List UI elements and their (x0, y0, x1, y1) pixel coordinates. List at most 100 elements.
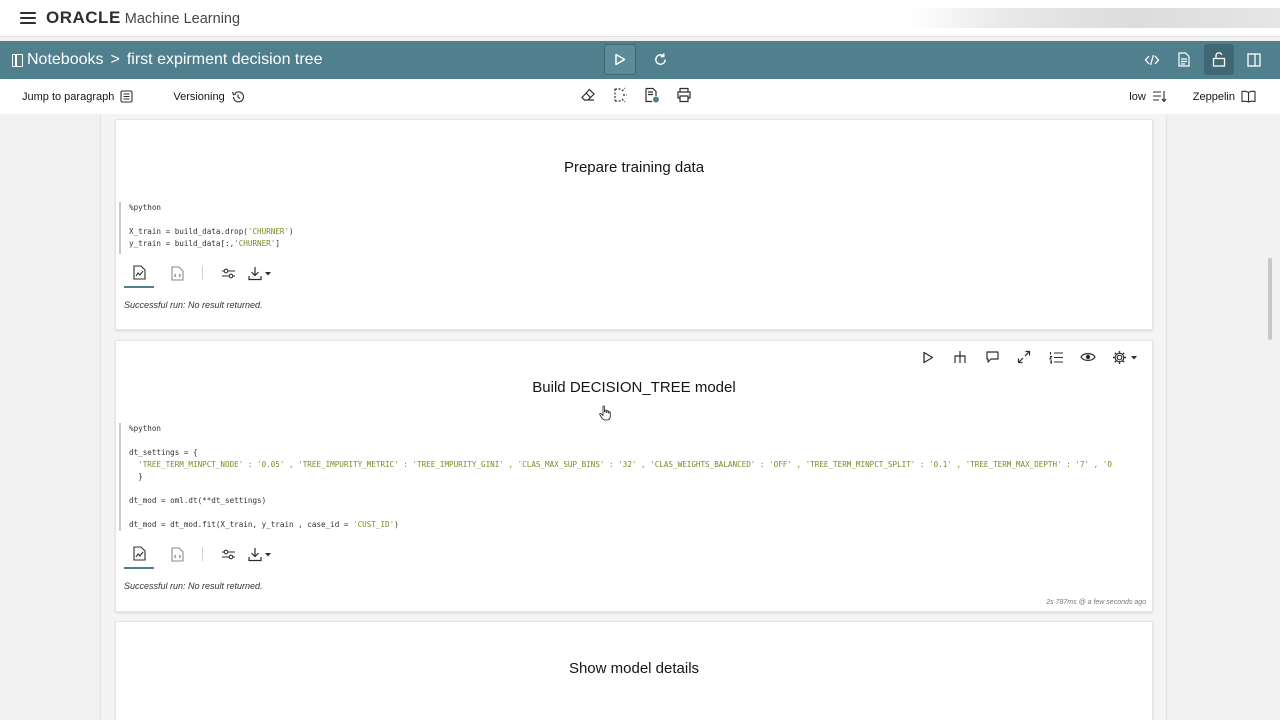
numbered-list-icon (1048, 351, 1063, 364)
priority-button[interactable]: low (1129, 90, 1167, 103)
paragraph-prepare-training-data[interactable]: Prepare training data %python ​X_train = … (115, 119, 1153, 330)
paragraph-title: Prepare training data (563, 159, 705, 176)
paragraph-settings-button[interactable] (1112, 349, 1138, 365)
download-menu-button[interactable] (243, 539, 277, 569)
divider (202, 547, 203, 561)
breadcrumb-notebooks[interactable]: Notebooks (27, 51, 104, 69)
numbered-list-button[interactable] (1048, 349, 1064, 365)
paragraph-show-model-details[interactable]: Show model details (115, 621, 1153, 720)
chart-report-icon (132, 264, 146, 280)
code-icon (1144, 54, 1160, 65)
code-line: dt_mod = dt_mod.fit(X_train, y_train , c… (129, 520, 399, 529)
chart-report-icon (132, 545, 146, 561)
visibility-toggle[interactable] (1080, 349, 1096, 365)
eye-icon (1080, 353, 1096, 361)
code-line: ​ (129, 435, 1153, 447)
jump-to-paragraph-label: Jump to paragraph (22, 90, 115, 103)
code-editor[interactable]: %python ​X_train = build_data.drop('CHURN… (119, 202, 1149, 254)
code-editor[interactable]: %python​dt_settings = { 'TREE_TERM_MINPC… (119, 423, 1153, 531)
expand-button[interactable] (1016, 349, 1032, 365)
header-right-area (910, 8, 1280, 28)
sliders-icon (221, 549, 235, 559)
versioning-button[interactable]: Versioning (173, 90, 244, 104)
brand-oracle: ORACLE (46, 8, 121, 27)
result-tab-output[interactable] (124, 539, 154, 569)
download-menu-button[interactable] (243, 258, 277, 288)
document-icon (1178, 52, 1190, 67)
interpreter-label: Zeppelin (1192, 90, 1235, 103)
priority-list-icon (1152, 91, 1167, 103)
unlock-button[interactable] (1204, 44, 1234, 75)
result-settings-button[interactable] (213, 258, 243, 288)
hierarchy-icon (954, 351, 966, 363)
result-tab-output[interactable] (124, 258, 154, 288)
app-header: ORACLE Machine Learning (0, 0, 1280, 37)
mouse-cursor-icon (599, 405, 611, 421)
refresh-button[interactable] (652, 52, 668, 68)
history-icon (231, 90, 244, 102)
run-all-button[interactable] (604, 44, 636, 75)
code-line: } (129, 472, 143, 481)
clear-output-button[interactable] (580, 87, 596, 106)
code-line: dt_mod = oml.dt(**dt_settings) (129, 496, 267, 505)
scrollbar-thumb[interactable] (1268, 258, 1272, 340)
hamburger-menu-icon[interactable] (20, 12, 36, 24)
code-view-button[interactable] (1140, 44, 1164, 75)
notebook-title[interactable]: first expirment decision tree (127, 51, 323, 69)
result-tab-code[interactable] (162, 539, 192, 569)
paragraph-build-decision-tree[interactable]: Build DECISION_TREE model %python​dt_set… (115, 340, 1153, 612)
split-panel-button[interactable] (1242, 44, 1266, 75)
export-icon (645, 87, 659, 103)
code-file-icon (170, 546, 184, 562)
comments-button[interactable] (984, 349, 1000, 365)
notebook-icon (12, 53, 23, 67)
result-tabs (124, 539, 277, 569)
run-all-icon (615, 53, 626, 66)
brand-product: Machine Learning (124, 11, 241, 27)
code-line: %python (129, 203, 162, 212)
breadcrumb-separator: > (110, 51, 120, 68)
book-icon (1241, 90, 1256, 103)
comment-icon (985, 351, 999, 363)
code-line: dt_settings = { (129, 448, 198, 457)
export-button[interactable] (644, 87, 660, 106)
code-line: 'TREE_TERM_MINPCT_NODE' : '0.05' , 'TREE… (129, 460, 1112, 469)
result-status: Successful run: No result returned. (124, 581, 263, 591)
notebook-content[interactable]: Prepare training data %python​X_train = … (100, 114, 1167, 720)
expand-icon (1017, 350, 1031, 364)
scrollbar[interactable] (1266, 114, 1274, 720)
paragraph-actions (920, 349, 1138, 365)
list-icon (120, 90, 133, 103)
document-button[interactable] (1172, 44, 1196, 75)
run-icon (923, 351, 934, 363)
print-icon (677, 87, 691, 103)
print-button[interactable] (676, 87, 692, 106)
priority-label: low (1129, 90, 1146, 103)
sliders-icon (221, 268, 235, 278)
download-icon (248, 266, 271, 280)
refresh-icon (654, 53, 666, 65)
eraser-icon (581, 88, 595, 101)
interpreter-button[interactable]: Zeppelin (1193, 90, 1256, 103)
divider (202, 266, 203, 280)
result-settings-button[interactable] (213, 539, 243, 569)
run-paragraph-button[interactable] (920, 349, 936, 365)
code-line: X_train = build_data.drop('CHURNER') (129, 227, 294, 236)
model-tree-button[interactable] (952, 349, 968, 365)
paragraph-title: Build DECISION_TREE model (532, 379, 736, 396)
result-status: Successful run: No result returned. (124, 300, 263, 310)
clear-output-icon (614, 87, 627, 103)
brand-logo[interactable]: ORACLE Machine Learning (46, 8, 240, 28)
clear-all-button[interactable] (612, 87, 628, 106)
gear-icon (1113, 350, 1137, 364)
download-icon (248, 547, 271, 561)
code-line: ​ (129, 214, 1149, 226)
notebook-toolbar: Jump to paragraph Versioning low Zeppeli… (0, 79, 1280, 114)
versioning-label: Versioning (173, 90, 225, 103)
code-file-icon (170, 265, 184, 281)
paragraph-title: Show model details (568, 660, 700, 677)
run-duration: 2s 787ms @ a few seconds ago (1046, 599, 1146, 606)
notebook-bar: Notebooks > first expirment decision tre… (0, 41, 1280, 79)
jump-to-paragraph-button[interactable]: Jump to paragraph (22, 90, 133, 103)
result-tab-code[interactable] (162, 258, 192, 288)
